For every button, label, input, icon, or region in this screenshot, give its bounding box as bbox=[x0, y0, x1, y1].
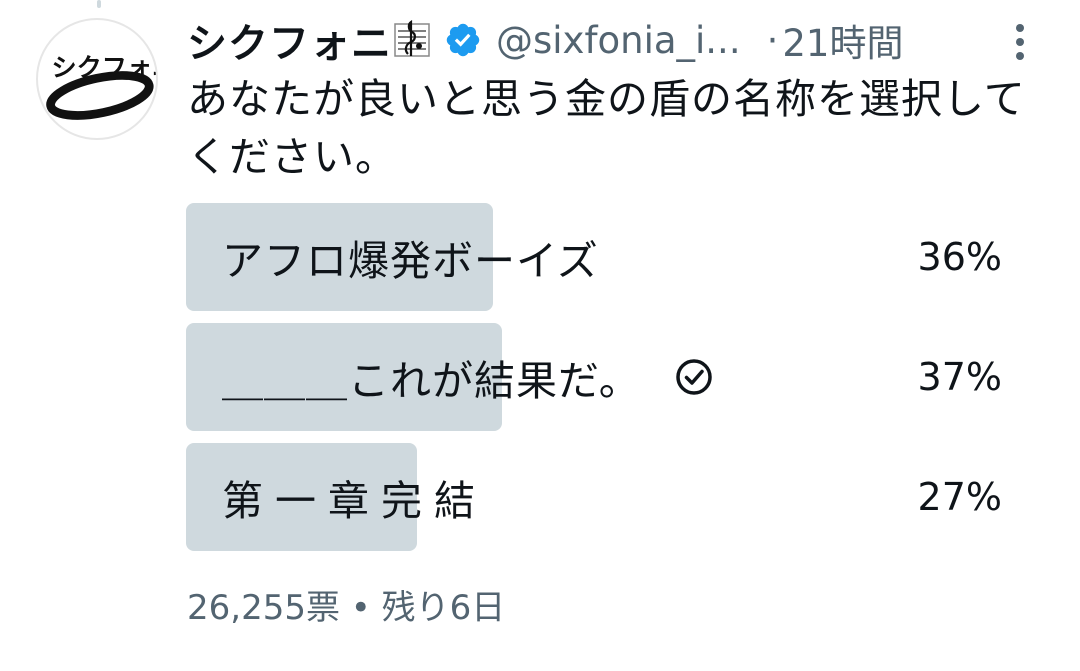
poll-option-percent: 27% bbox=[917, 475, 1002, 519]
poll: アフロ爆発ボーイズ 36% ＿＿＿これが結果だ。 37% 第一章完結 27% bbox=[186, 203, 1010, 563]
poll-option-text: ＿＿＿これが結果だ。 bbox=[222, 357, 641, 405]
poll-option-selected[interactable]: ＿＿＿これが結果だ。 37% bbox=[186, 323, 1010, 431]
avatar[interactable]: シクフォニ SIXFONIA bbox=[36, 18, 158, 140]
poll-option-text: 第一章完結 bbox=[222, 477, 487, 525]
tweet-timestamp[interactable]: 21時間 bbox=[782, 13, 903, 67]
header-separator: · bbox=[766, 18, 779, 62]
poll-option[interactable]: 第一章完結 27% bbox=[186, 443, 1010, 551]
avatar-logo-text: シクフォニ bbox=[52, 53, 156, 82]
verified-badge-icon bbox=[444, 21, 482, 59]
tweet-body-text: あなたが良いと思う金の盾の名称を選択してください。 bbox=[187, 75, 1026, 181]
poll-option-label: アフロ爆発ボーイズ bbox=[222, 203, 599, 311]
tweet-header: シクフォニ @sixfonia_i... · 21時間 bbox=[187, 10, 1047, 70]
check-circle-icon bbox=[675, 358, 713, 396]
poll-option-label: 第一章完結 bbox=[222, 443, 487, 551]
poll-meta-separator: • bbox=[350, 588, 371, 628]
poll-time-remaining: 残り6日 bbox=[381, 588, 506, 628]
more-vertical-icon[interactable] bbox=[1006, 20, 1034, 64]
author-handle[interactable]: @sixfonia_i... bbox=[496, 19, 741, 62]
author-display-name[interactable]: シクフォニ bbox=[187, 11, 392, 69]
avatar-logo-subtext: SIXFONIA bbox=[71, 101, 114, 107]
poll-meta: 26,255票 • 残り6日 bbox=[187, 580, 505, 629]
poll-option-percent: 36% bbox=[917, 235, 1002, 279]
poll-option-label: ＿＿＿これが結果だ。 bbox=[222, 323, 713, 431]
avatar-logo: シクフォニ SIXFONIA bbox=[46, 53, 156, 120]
poll-vote-count: 26,255票 bbox=[187, 588, 340, 628]
thread-connector-line bbox=[97, 0, 101, 8]
poll-option[interactable]: アフロ爆発ボーイズ 36% bbox=[186, 203, 1010, 311]
poll-option-text: アフロ爆発ボーイズ bbox=[222, 237, 599, 285]
music-score-icon bbox=[394, 20, 430, 60]
poll-option-percent: 37% bbox=[917, 355, 1002, 399]
